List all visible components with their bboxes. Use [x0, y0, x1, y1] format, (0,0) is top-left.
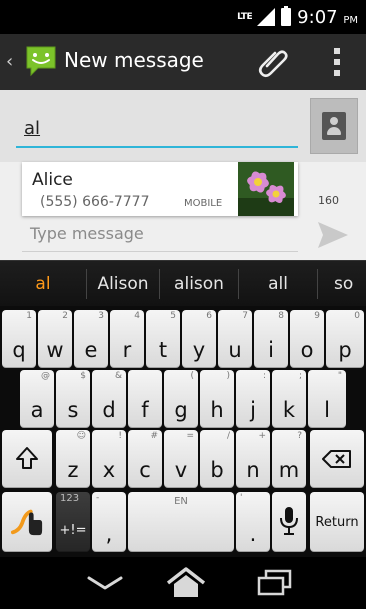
- keyboard: al Alison alison all so 1q 2w 3e 4r 5t 6…: [0, 260, 366, 557]
- status-bar: LTE 9:07 PM: [0, 0, 366, 34]
- attach-paperclip-icon[interactable]: [258, 46, 290, 78]
- suggestion-word[interactable]: al: [0, 261, 86, 307]
- suggestion-word[interactable]: so: [334, 261, 366, 307]
- page-title: New message: [64, 48, 204, 72]
- key[interactable]: ? m: [272, 430, 306, 488]
- battery-icon: [281, 6, 292, 26]
- message-input-placeholder: Type message: [30, 224, 144, 243]
- suggestion-name: Alice: [32, 170, 73, 190]
- navigation-bar: [0, 557, 366, 609]
- character-counter: 160: [318, 194, 339, 207]
- key[interactable]: " l: [308, 370, 346, 428]
- key[interactable]: $ s: [56, 370, 90, 428]
- key[interactable]: 0p: [326, 310, 364, 368]
- key[interactable]: & d: [92, 370, 126, 428]
- suggestion-word[interactable]: alison: [160, 261, 238, 307]
- swype-icon: [10, 509, 43, 536]
- clock-time: 9:07: [297, 6, 338, 28]
- return-key[interactable]: Return: [310, 492, 364, 552]
- clock: 9:07 PM: [297, 7, 358, 28]
- key[interactable]: f: [128, 370, 162, 428]
- compose-area: al Alice (555) 666-7777 MOBILE 160 Type: [0, 90, 366, 260]
- clock-ampm: PM: [343, 14, 358, 26]
- period-key[interactable]: ' .: [236, 492, 270, 552]
- recipient-input-value: al: [24, 118, 41, 139]
- key[interactable]: = v: [164, 430, 198, 488]
- contact-photo-flower: [238, 162, 294, 216]
- messaging-app-icon[interactable]: [24, 44, 58, 78]
- action-bar: ‹ New message: [0, 34, 366, 90]
- signal-icon: [257, 8, 276, 26]
- key[interactable]: 8i: [254, 310, 288, 368]
- key[interactable]: 2w: [38, 310, 72, 368]
- message-input[interactable]: Type message: [22, 218, 298, 252]
- contact-card-icon: [322, 112, 346, 140]
- suggestion-strip: al Alison alison all so: [0, 260, 366, 306]
- swype-key[interactable]: [2, 492, 52, 552]
- key[interactable]: ) h: [200, 370, 234, 428]
- back-icon[interactable]: [86, 569, 124, 595]
- contact-suggestion[interactable]: Alice (555) 666-7777 MOBILE: [22, 162, 298, 216]
- key[interactable]: (g: [164, 370, 198, 428]
- key[interactable]: 3e: [74, 310, 108, 368]
- key[interactable]: ☺ z: [56, 430, 90, 488]
- recipient-row: al: [0, 90, 366, 162]
- back-chevron-icon[interactable]: ‹: [6, 51, 13, 72]
- key[interactable]: + n: [236, 430, 270, 488]
- key[interactable]: 5t: [146, 310, 180, 368]
- key[interactable]: ; k: [272, 370, 306, 428]
- shift-icon: [16, 447, 38, 469]
- key[interactable]: :j: [236, 370, 270, 428]
- lte-icon: LTE: [237, 12, 253, 22]
- suggestion-word[interactable]: all: [239, 261, 317, 307]
- key[interactable]: # c: [128, 430, 162, 488]
- contacts-button[interactable]: [310, 98, 358, 154]
- suggestion-phone: (555) 666-7777: [40, 194, 150, 210]
- microphone-icon: [280, 507, 298, 535]
- key[interactable]: 4r: [110, 310, 144, 368]
- space-key[interactable]: EN: [128, 492, 234, 552]
- key[interactable]: 9o: [290, 310, 324, 368]
- home-icon[interactable]: [166, 567, 206, 599]
- recipient-input[interactable]: al: [16, 112, 298, 148]
- key[interactable]: 7u: [218, 310, 252, 368]
- recent-apps-icon[interactable]: [256, 569, 292, 597]
- suggestion-phone-type: MOBILE: [184, 198, 223, 209]
- symbols-key[interactable]: 123 +!=: [56, 492, 90, 552]
- key[interactable]: 6y: [182, 310, 216, 368]
- comma-key[interactable]: - ,: [92, 492, 126, 552]
- key[interactable]: / b: [200, 430, 234, 488]
- key[interactable]: @ a: [20, 370, 54, 428]
- backspace-key[interactable]: [310, 430, 364, 488]
- voice-input-key[interactable]: [272, 492, 306, 552]
- send-icon[interactable]: [316, 220, 350, 250]
- backspace-icon: [322, 450, 351, 468]
- overflow-menu-icon[interactable]: [334, 48, 340, 76]
- key[interactable]: ! x: [92, 430, 126, 488]
- key[interactable]: 1q: [2, 310, 36, 368]
- shift-key[interactable]: [2, 430, 52, 488]
- suggestion-word[interactable]: Alison: [87, 261, 159, 307]
